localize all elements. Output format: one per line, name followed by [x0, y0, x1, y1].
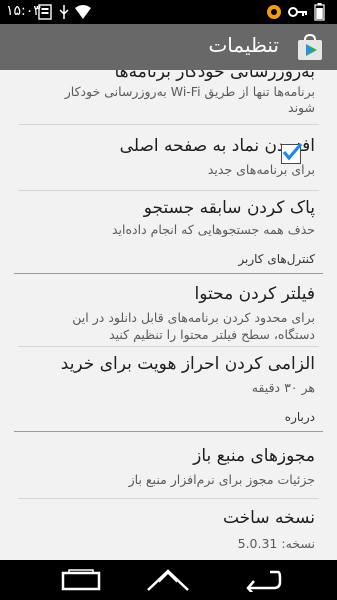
- section-rule: [14, 273, 323, 274]
- pref-build-version[interactable]: نسخه ساخت نسخه: 5.0.31: [0, 500, 337, 560]
- section-header-label: کنترل‌های کاربر: [238, 252, 315, 266]
- version-label: نسخه:: [281, 536, 315, 551]
- navigation-bar: [0, 560, 337, 600]
- back-icon[interactable]: [240, 568, 284, 592]
- section-rule: [14, 431, 323, 432]
- usb-icon: [59, 5, 69, 19]
- version-number: 5.0.31: [237, 536, 278, 551]
- pref-auto-update[interactable]: به‌روزرسانی خودکار برنامه‌ها برنامه‌ها ت…: [0, 70, 337, 122]
- section-header-label: درباره: [284, 410, 315, 424]
- pref-require-authentication[interactable]: الزامی کردن احراز هویت برای خرید هر ۳۰ د…: [0, 348, 337, 406]
- divider: [18, 190, 319, 191]
- home-icon[interactable]: [145, 568, 191, 592]
- pref-summary: هر ۳۰ دقیقه: [251, 380, 315, 395]
- divider: [18, 124, 319, 125]
- notification-icon: [38, 4, 52, 20]
- vpn-key-icon: [288, 7, 307, 17]
- pref-title: الزامی کردن احراز هویت برای خرید: [60, 354, 315, 374]
- battery-icon: [314, 3, 325, 21]
- pref-summary: برای برنامه‌های جدید: [207, 162, 315, 177]
- sync-icon: [267, 5, 281, 19]
- pref-open-source-licenses[interactable]: مجوزهای منبع باز جزئیات مجوز برای نرم‌اف…: [0, 436, 337, 498]
- pref-title: نسخه ساخت: [222, 508, 315, 528]
- pref-title: فیلتر کردن محتوا: [194, 284, 315, 304]
- checkmark-icon: [282, 142, 303, 161]
- add-icon-checkbox[interactable]: [281, 142, 303, 164]
- pref-title: پاک کردن سابقه جستجو: [143, 198, 315, 218]
- pref-add-icon[interactable]: افزودن نماد به صفحه اصلی برای برنامه‌های…: [0, 126, 337, 190]
- pref-clear-search-history[interactable]: پاک کردن سابقه جستجو حذف همه جستجوهایی ک…: [0, 192, 337, 248]
- clock: ۱۵:۰۳: [6, 3, 41, 19]
- pref-summary-line2: شوند: [288, 100, 315, 115]
- divider: [18, 498, 319, 499]
- status-bar: ۱۵:۰۳: [0, 0, 337, 24]
- pref-title: مجوزهای منبع باز: [193, 446, 315, 466]
- settings-list: به‌روزرسانی خودکار برنامه‌ها برنامه‌ها ت…: [0, 70, 337, 560]
- play-store-icon[interactable]: [295, 33, 325, 61]
- pref-summary-line2: دستگاه، سطح فیلتر محتوا را تنظیم کنید: [109, 327, 315, 342]
- section-header-user-controls: کنترل‌های کاربر: [0, 248, 337, 274]
- pref-summary: حذف همه جستجوهایی که انجام داده‌اید: [112, 222, 315, 237]
- pref-content-filter[interactable]: فیلتر کردن محتوا برای محدود کردن برنامه‌…: [0, 276, 337, 352]
- divider: [18, 346, 319, 347]
- pref-title: به‌روزرسانی خودکار برنامه‌ها: [114, 70, 315, 82]
- pref-summary-line1: برنامه‌ها تنها از طریق Wi-Fi به‌روزرسانی…: [64, 84, 315, 99]
- pref-summary-line1: برای محدود کردن برنامه‌های قابل دانلود د…: [72, 310, 315, 325]
- section-header-about: درباره: [0, 406, 337, 432]
- pref-summary: نسخه: 5.0.31: [238, 536, 315, 552]
- page-title: تنظیمات: [208, 33, 279, 57]
- wifi-icon: [75, 5, 91, 19]
- app-bar: تنظیمات: [0, 24, 337, 70]
- recent-apps-icon[interactable]: [58, 568, 104, 592]
- pref-summary: جزئیات مجوز برای نرم‌افزار منبع باز: [128, 472, 315, 487]
